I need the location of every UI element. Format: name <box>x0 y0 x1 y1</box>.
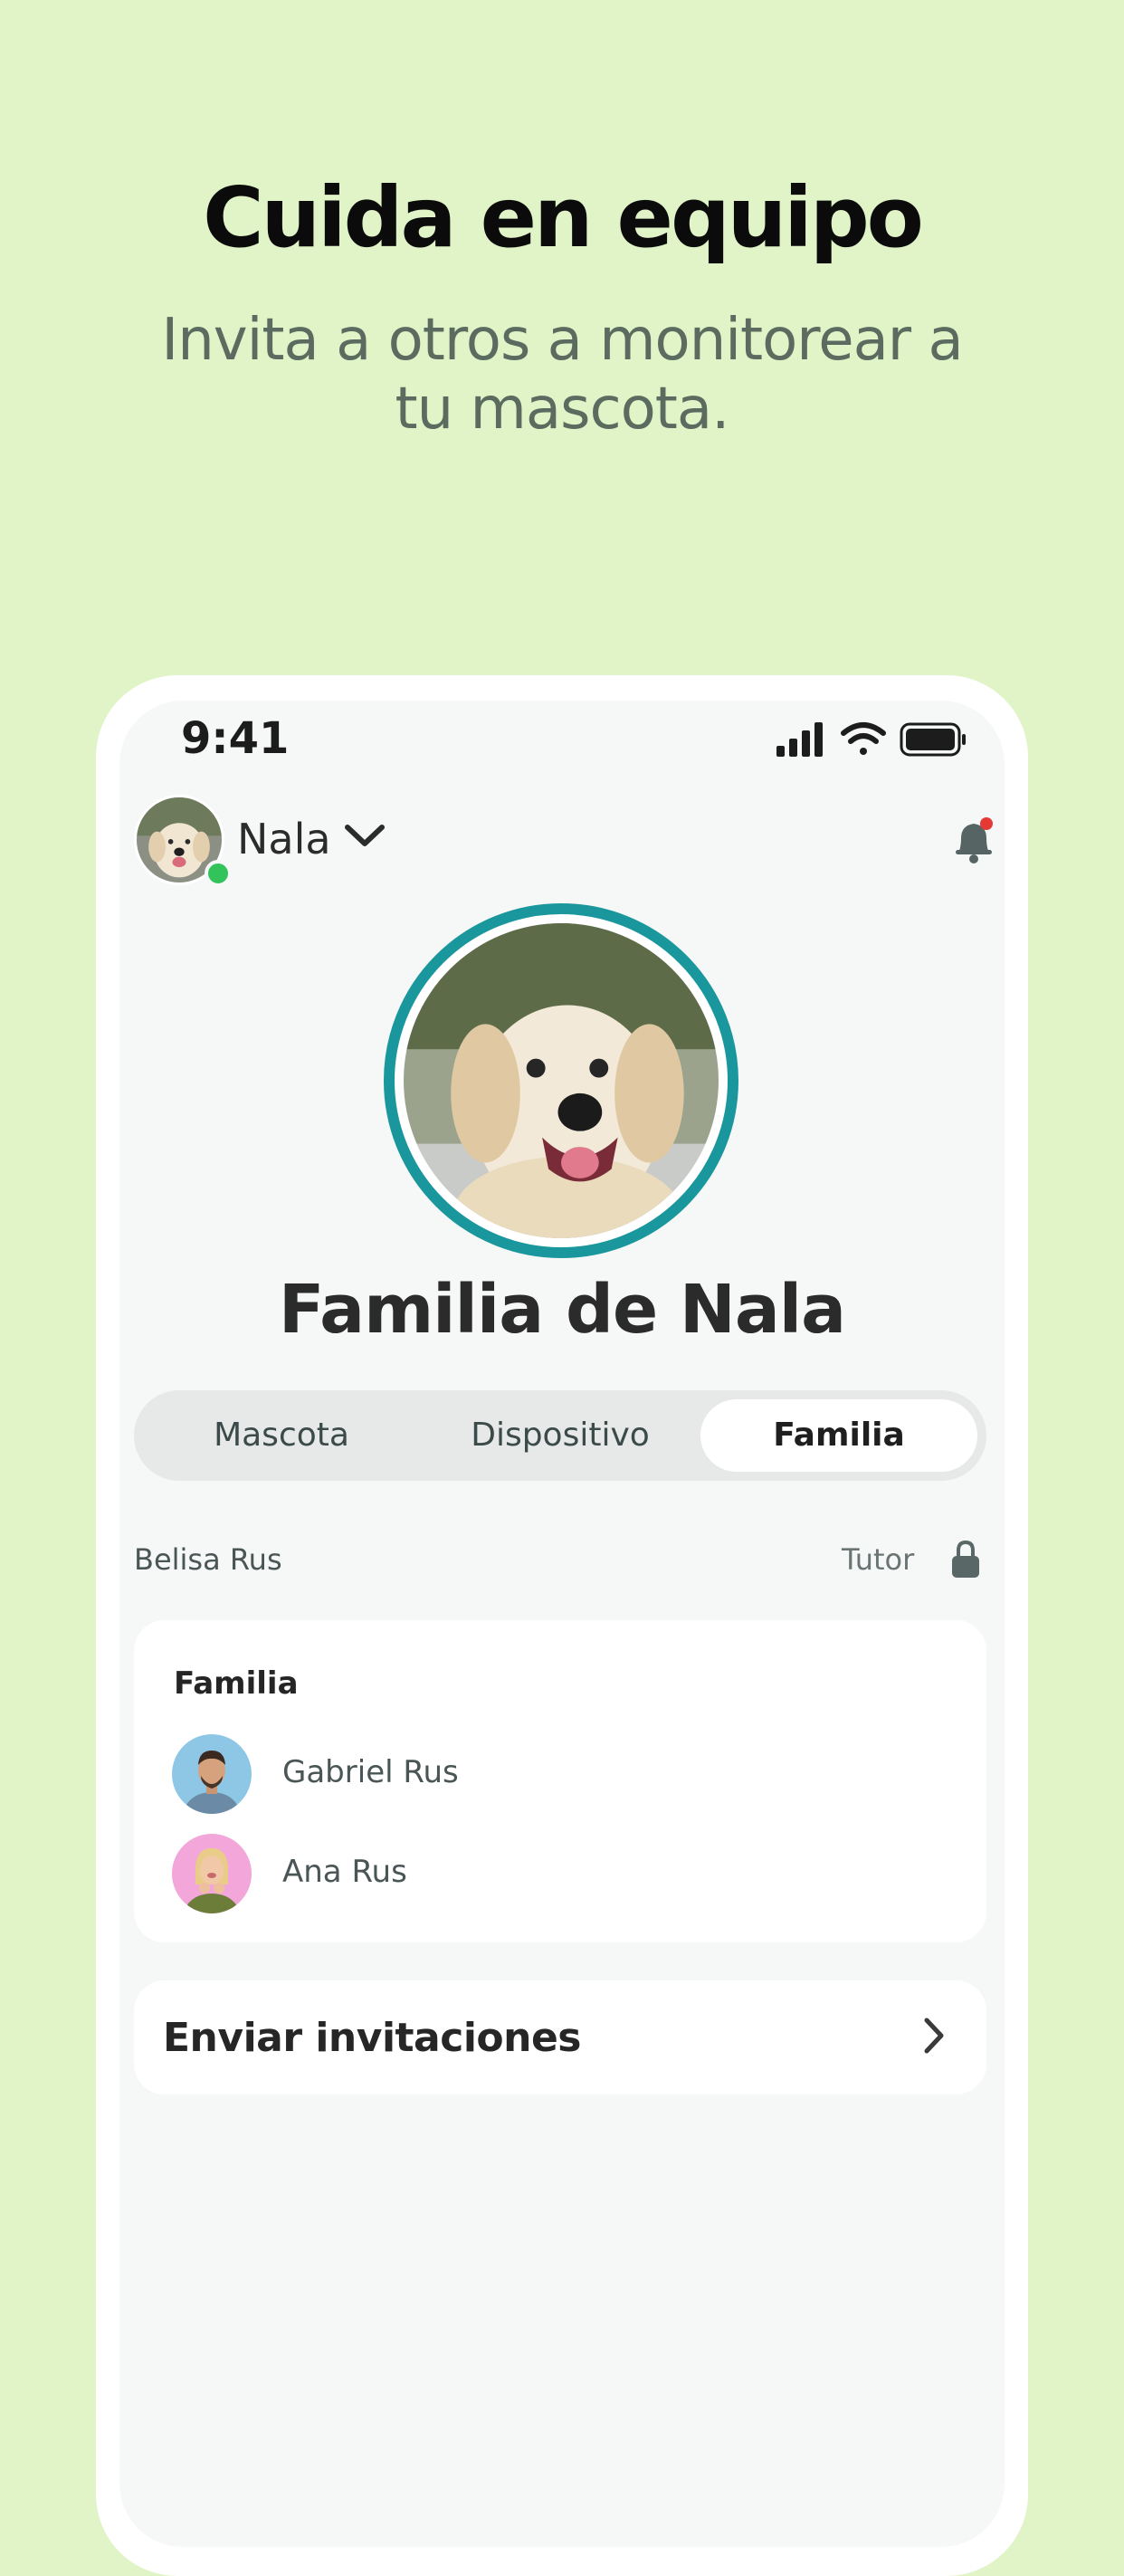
member-name: Gabriel Rus <box>282 1754 459 1790</box>
status-time: 9:41 <box>181 713 290 764</box>
headline: Cuida en equipo <box>203 169 924 266</box>
tab-mascota[interactable]: Mascota <box>143 1399 420 1472</box>
owner-name: Belisa Rus <box>134 1542 282 1577</box>
lock-icon <box>952 1540 979 1578</box>
bell-icon[interactable] <box>950 815 997 865</box>
avatar <box>172 1734 252 1814</box>
avatar <box>172 1834 252 1913</box>
dog-photo-large <box>404 923 719 1238</box>
wifi-icon <box>841 722 886 755</box>
pet-name[interactable]: Nala <box>237 815 331 863</box>
notification-dot <box>980 817 993 830</box>
segmented-control: Mascota Dispositivo Familia <box>134 1390 986 1481</box>
tab-familia[interactable]: Familia <box>700 1399 977 1472</box>
send-invitations-button[interactable]: Enviar invitaciones <box>134 1980 986 2094</box>
online-status-dot <box>205 860 232 887</box>
list-item[interactable]: Gabriel Rus <box>172 1734 896 1816</box>
member-name: Ana Rus <box>282 1854 407 1890</box>
owner-role: Tutor <box>842 1542 915 1577</box>
chevron-down-icon[interactable] <box>342 818 387 854</box>
chevron-right-icon <box>924 2018 944 2054</box>
profile-title: Familia de Nala <box>278 1271 846 1349</box>
phone-screen: 9:41 Nala Familia de Nala Mascota Dispos… <box>119 701 1005 2547</box>
send-invitations-label: Enviar invitaciones <box>163 2015 582 2061</box>
list-item[interactable]: Ana Rus <box>172 1834 896 1915</box>
pet-avatar-large[interactable] <box>384 903 738 1258</box>
tab-dispositivo[interactable]: Dispositivo <box>422 1399 699 1472</box>
battery-icon <box>900 722 966 757</box>
signal-icon <box>776 722 823 757</box>
subline: Invita a otros a monitorear a tu mascota… <box>161 307 963 443</box>
family-card-title: Familia <box>174 1665 299 1702</box>
status-icons <box>776 722 966 757</box>
family-card: Familia Gabriel Rus Ana Rus <box>134 1620 986 1942</box>
